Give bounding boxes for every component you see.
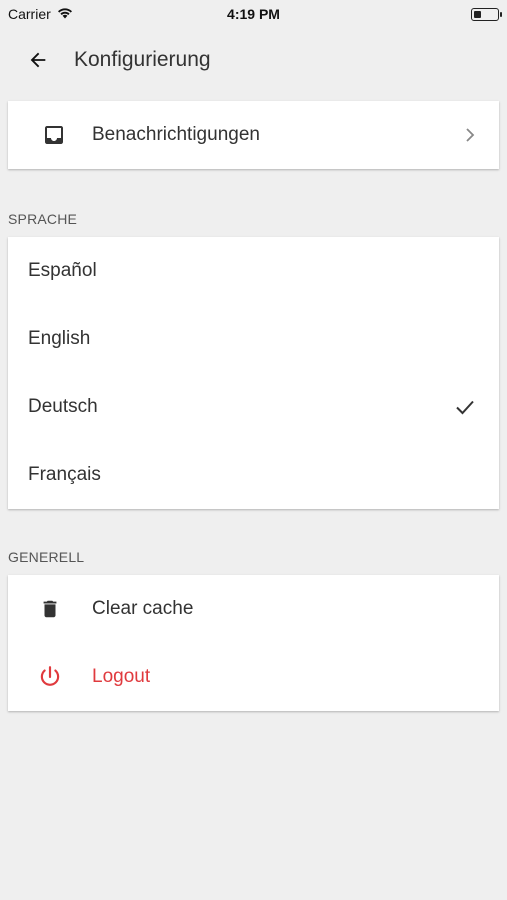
checkmark-icon (453, 395, 477, 419)
general-section-header: GENERELL (8, 549, 85, 565)
carrier-label: Carrier (8, 6, 51, 22)
clear-cache-label: Clear cache (92, 598, 194, 619)
language-option-label: Español (28, 260, 97, 281)
back-button[interactable] (18, 40, 58, 80)
language-option-label: English (28, 328, 91, 349)
language-option-english[interactable]: English (8, 305, 499, 373)
language-option-label: Deutsch (28, 396, 98, 417)
logout-label: Logout (92, 666, 151, 687)
inbox-icon (36, 117, 72, 153)
battery-level (474, 10, 481, 18)
status-time: 4:19 PM (227, 6, 280, 22)
language-option-label: Français (28, 464, 101, 485)
status-bar: Carrier 4:19 PM (0, 0, 507, 28)
app-bar: Konfigurierung (0, 36, 507, 84)
language-option-francais[interactable]: Français (8, 441, 499, 509)
status-left: Carrier (8, 6, 73, 22)
notifications-card: Benachrichtigungen (8, 101, 499, 169)
wifi-icon (57, 6, 73, 22)
clear-cache-row[interactable]: Clear cache (8, 575, 499, 643)
trash-icon (32, 591, 68, 627)
chevron-right-icon (463, 126, 477, 144)
page-title: Konfigurierung (74, 48, 211, 71)
general-card: Clear cache Logout (8, 575, 499, 711)
battery-icon (471, 7, 502, 21)
notifications-label: Benachrichtigungen (92, 124, 260, 145)
language-option-deutsch[interactable]: Deutsch (8, 373, 499, 441)
power-icon (32, 659, 68, 695)
language-section-header: SPRACHE (8, 211, 78, 227)
notifications-row[interactable]: Benachrichtigungen (8, 101, 499, 169)
arrow-left-icon (30, 52, 46, 68)
logout-row[interactable]: Logout (8, 643, 499, 711)
language-card: Español English Deutsch Français (8, 237, 499, 509)
language-option-espanol[interactable]: Español (8, 237, 499, 305)
